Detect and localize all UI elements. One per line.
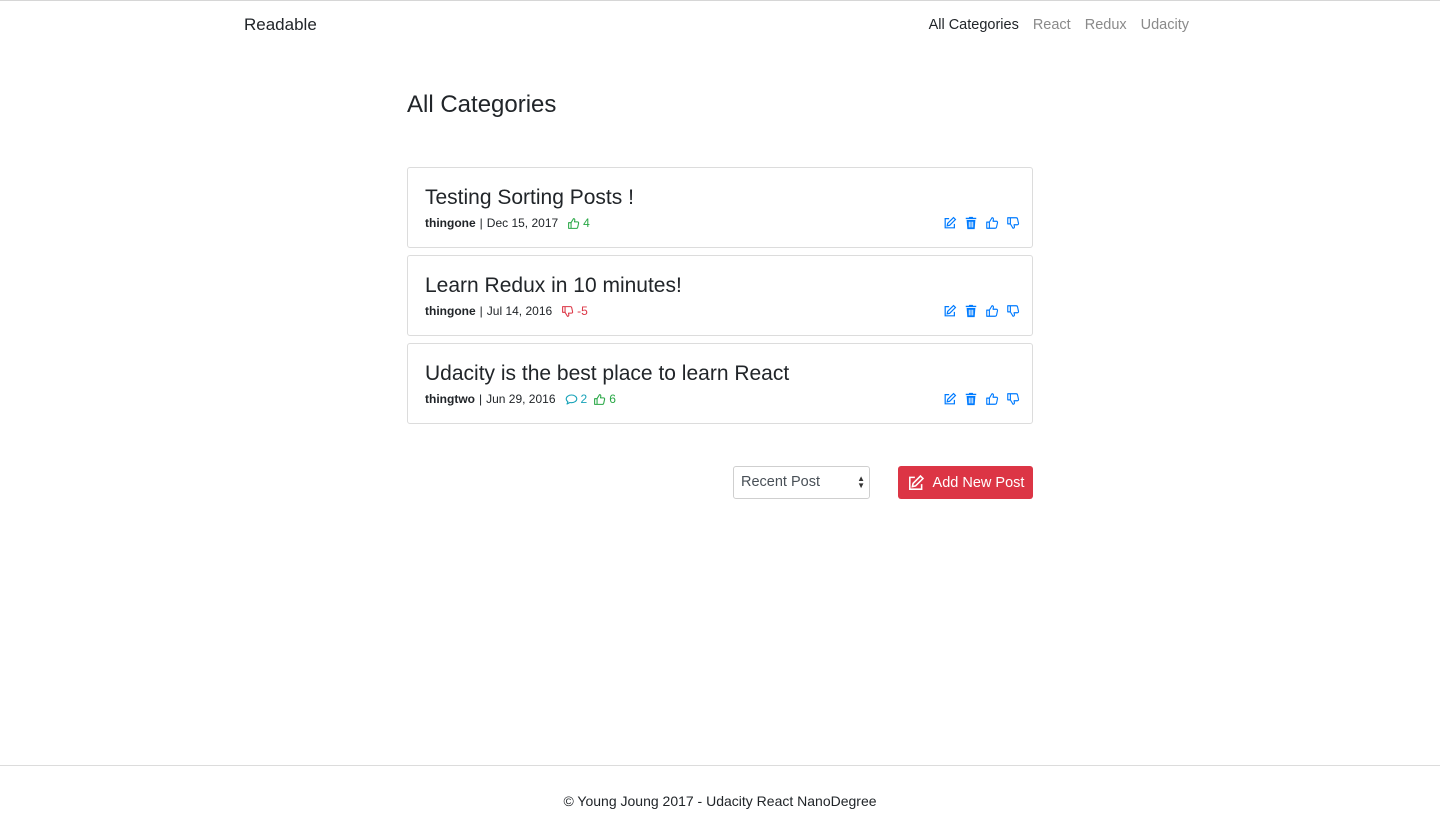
thumbs-down-icon — [1007, 393, 1020, 405]
trash-icon — [965, 304, 977, 318]
footer: © Young Joung 2017 - Udacity React NanoD… — [0, 765, 1440, 834]
thumbs-down-icon — [1007, 305, 1020, 317]
edit-icon — [944, 392, 957, 405]
post-title[interactable]: Testing Sorting Posts ! — [425, 186, 634, 210]
thumbs-down-icon — [1007, 217, 1020, 229]
meta-separator: | — [479, 304, 483, 318]
add-new-post-label: Add New Post — [932, 474, 1025, 491]
upvote-button[interactable] — [985, 216, 999, 230]
upvote-button[interactable] — [985, 304, 999, 318]
add-new-post-button[interactable]: Add New Post — [898, 466, 1033, 499]
vote-score-value: 4 — [583, 216, 590, 230]
post-card: Udacity is the best place to learn React… — [407, 343, 1033, 424]
vote-score: -5 — [561, 304, 588, 318]
post-meta: thingone | Dec 15, 2017 4 — [425, 216, 590, 230]
post-date: Jul 14, 2016 — [486, 304, 553, 318]
post-meta: thingtwo | Jun 29, 2016 2 6 — [425, 392, 616, 406]
delete-post-button[interactable] — [964, 304, 978, 318]
post-author: thingone — [425, 216, 476, 230]
nav-link-react[interactable]: React — [1033, 17, 1071, 33]
delete-post-button[interactable] — [964, 216, 978, 230]
post-title[interactable]: Udacity is the best place to learn React — [425, 362, 789, 386]
trash-icon — [965, 216, 977, 230]
vote-score-value: -5 — [577, 304, 588, 318]
edit-icon — [944, 216, 957, 229]
select-arrows-icon: ▲ ▼ — [857, 474, 865, 490]
vote-score: 4 — [567, 216, 590, 230]
vote-score: 6 — [593, 392, 616, 406]
edit-post-button[interactable] — [943, 392, 957, 406]
footer-text: © Young Joung 2017 - Udacity React NanoD… — [563, 793, 877, 809]
post-meta: thingone | Jul 14, 2016 -5 — [425, 304, 588, 318]
thumbs-up-icon — [594, 393, 606, 405]
edit-icon — [944, 304, 957, 317]
thumbs-down-icon — [562, 305, 574, 317]
vote-score-value: 6 — [609, 392, 616, 406]
comment-count-value: 2 — [580, 392, 588, 406]
edit-post-button[interactable] — [943, 216, 957, 230]
post-actions — [943, 304, 1020, 318]
sort-select[interactable]: Recent Post ▲ ▼ — [733, 466, 870, 499]
post-author: thingtwo — [425, 392, 475, 406]
thumbs-up-icon — [986, 393, 999, 405]
post-list: Testing Sorting Posts ! thingone | Dec 1… — [407, 167, 1033, 431]
main-content: All Categories Testing Sorting Posts ! t… — [407, 89, 1033, 499]
edit-icon — [908, 474, 924, 490]
downvote-button[interactable] — [1006, 216, 1020, 230]
comment-icon — [565, 394, 577, 404]
edit-post-button[interactable] — [943, 304, 957, 318]
comment-count: 2 — [565, 392, 588, 406]
post-card: Testing Sorting Posts ! thingone | Dec 1… — [407, 167, 1033, 248]
post-author: thingone — [425, 304, 476, 318]
top-navbar: Readable All Categories React Redux Udac… — [0, 1, 1440, 51]
brand-logo[interactable]: Readable — [244, 15, 317, 35]
post-actions — [943, 216, 1020, 230]
post-title[interactable]: Learn Redux in 10 minutes! — [425, 274, 682, 298]
post-controls: Recent Post ▲ ▼ Add New Post — [407, 466, 1033, 499]
category-nav: All Categories React Redux Udacity — [929, 17, 1189, 33]
meta-separator: | — [479, 216, 483, 230]
meta-separator: | — [478, 392, 483, 406]
post-actions — [943, 392, 1020, 406]
delete-post-button[interactable] — [964, 392, 978, 406]
page-title: All Categories — [407, 91, 557, 118]
downvote-button[interactable] — [1006, 304, 1020, 318]
thumbs-up-icon — [568, 217, 580, 229]
post-card: Learn Redux in 10 minutes! thingone | Ju… — [407, 255, 1033, 336]
post-date: Dec 15, 2017 — [486, 216, 559, 230]
nav-link-redux[interactable]: Redux — [1085, 17, 1127, 33]
thumbs-up-icon — [986, 305, 999, 317]
downvote-button[interactable] — [1006, 392, 1020, 406]
trash-icon — [965, 392, 977, 406]
post-date: Jun 29, 2016 — [486, 392, 556, 406]
sort-select-value: Recent Post — [741, 474, 820, 490]
upvote-button[interactable] — [985, 392, 999, 406]
nav-link-all-categories[interactable]: All Categories — [929, 17, 1019, 33]
thumbs-up-icon — [986, 217, 999, 229]
nav-link-udacity[interactable]: Udacity — [1141, 17, 1189, 33]
